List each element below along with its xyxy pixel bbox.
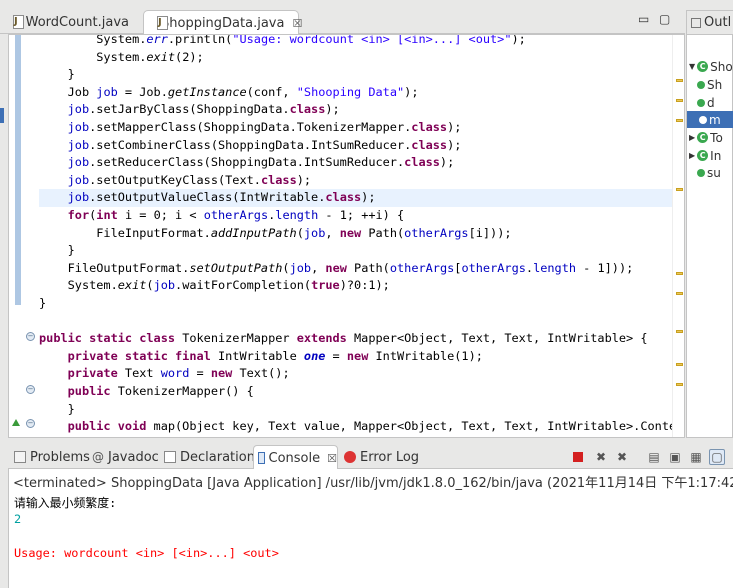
outline-item[interactable]: ▼ C Sho bbox=[689, 58, 733, 75]
console-input: 2 bbox=[14, 512, 22, 526]
warning-marker[interactable] bbox=[676, 99, 683, 102]
code-line: public void map(Object key, Text value, … bbox=[67, 419, 684, 434]
console-title: <terminated> ShoppingData [Java Applicat… bbox=[13, 476, 733, 491]
warning-marker[interactable] bbox=[676, 272, 683, 275]
outline-item[interactable]: Sh bbox=[697, 76, 722, 93]
code-line: Job job = Job.getInstance(conf, "Shoopin… bbox=[39, 84, 419, 99]
problems-icon bbox=[14, 451, 26, 463]
warning-marker[interactable] bbox=[676, 363, 683, 366]
console-icon bbox=[258, 452, 265, 464]
vertical-ruler: − − − bbox=[9, 35, 39, 437]
clear-console-icon[interactable]: ▤ bbox=[646, 449, 662, 465]
minimize-icon[interactable]: ▭ bbox=[638, 12, 649, 26]
editor-tab-bar: J WordCount.java J ShoppingData.java ☒ ▭… bbox=[0, 10, 685, 35]
class-icon: C bbox=[697, 150, 709, 161]
outline-item[interactable]: su bbox=[697, 164, 721, 181]
expand-icon[interactable]: ▼ bbox=[689, 62, 695, 71]
method-icon bbox=[697, 98, 705, 107]
outline-item[interactable]: d bbox=[697, 94, 715, 111]
outline-panel: Outl ▼ C Sho Sh d m ▶ C To ▶ C In su bbox=[686, 10, 733, 438]
code-line: private Text word = new Text(); bbox=[67, 366, 290, 381]
code-line: FileOutputFormat.setOutputPath(job, new … bbox=[39, 260, 634, 275]
tab-shoppingdata-java[interactable]: J ShoppingData.java ☒ bbox=[143, 10, 302, 35]
outline-item-selected[interactable]: m bbox=[687, 111, 733, 128]
code-editor[interactable]: − − − System.err.println("Usage: wordcou… bbox=[8, 34, 685, 438]
code-line: } bbox=[39, 401, 75, 416]
range-indicator bbox=[15, 35, 21, 305]
code-line: } bbox=[39, 243, 75, 258]
tab-javadoc[interactable]: @ Javadoc bbox=[88, 445, 159, 469]
outline-item[interactable]: ▶ C To bbox=[689, 129, 723, 146]
code-line: private static final IntWritable one = n… bbox=[67, 348, 483, 363]
code-line: System.exit(2); bbox=[39, 49, 204, 64]
code-line: job.setCombinerClass(ShoppingData.IntSum… bbox=[67, 137, 462, 152]
maximize-icon[interactable]: ▢ bbox=[659, 12, 670, 26]
class-icon: C bbox=[697, 132, 709, 143]
scroll-lock-icon[interactable]: ▣ bbox=[667, 449, 683, 465]
override-marker-icon bbox=[12, 419, 20, 426]
fold-icon[interactable]: − bbox=[26, 385, 35, 394]
expand-icon[interactable]: ▶ bbox=[689, 133, 695, 142]
code-line: } bbox=[39, 296, 47, 310]
remove-launch-icon[interactable]: ✖ bbox=[593, 449, 609, 465]
display-console-icon[interactable]: ▢ bbox=[709, 449, 725, 465]
view-tab-bar: Problems @ Javadoc Declaration Console ☒… bbox=[8, 445, 733, 470]
code-line: job.setReducerClass(ShoppingData.IntSumR… bbox=[67, 155, 455, 170]
fold-icon[interactable]: − bbox=[26, 419, 35, 428]
code-line: } bbox=[39, 67, 75, 82]
tab-label: Outl bbox=[704, 15, 732, 30]
tab-console[interactable]: Console ☒ bbox=[253, 445, 338, 470]
code-line: FileInputFormat.addInputPath(job, new Pa… bbox=[39, 225, 512, 240]
java-file-icon: J bbox=[12, 14, 24, 30]
warning-marker[interactable] bbox=[676, 292, 683, 295]
fold-icon[interactable]: − bbox=[26, 332, 35, 341]
tab-outline[interactable]: Outl bbox=[687, 11, 733, 35]
method-icon bbox=[699, 115, 707, 124]
console-error: Usage: wordcount <in> [<in>...] <out> bbox=[14, 546, 279, 560]
code-line-current: job.setOutputValueClass(IntWritable.clas… bbox=[39, 189, 672, 207]
close-icon[interactable]: ☒ bbox=[327, 452, 337, 465]
constructor-icon bbox=[697, 80, 705, 89]
console-view[interactable]: <terminated> ShoppingData [Java Applicat… bbox=[8, 469, 733, 588]
outline-item[interactable]: ▶ C In bbox=[689, 147, 721, 164]
expand-icon[interactable]: ▶ bbox=[689, 151, 695, 160]
code-line: for(int i = 0; i < otherArgs.length - 1;… bbox=[67, 208, 405, 222]
remove-all-terminated-icon[interactable]: ✖ bbox=[614, 449, 630, 465]
error-log-icon bbox=[344, 451, 356, 463]
code-string: "Usage: wordcount <in> [<in>...] <out>" bbox=[232, 34, 512, 46]
tab-error-log[interactable]: Error Log bbox=[340, 445, 419, 469]
tab-wordcount-java[interactable]: J WordCount.java bbox=[0, 10, 137, 34]
code-line: job.setJarByClass(ShoppingData.class); bbox=[67, 102, 340, 117]
close-icon[interactable]: ☒ bbox=[292, 17, 302, 30]
warning-marker[interactable] bbox=[676, 330, 683, 333]
code-line: job.setMapperClass(ShoppingData.Tokenize… bbox=[67, 120, 462, 134]
warning-marker[interactable] bbox=[676, 188, 683, 191]
word-wrap-icon[interactable]: ▦ bbox=[688, 449, 704, 465]
overview-ruler[interactable] bbox=[672, 35, 684, 437]
code-line: public TokenizerMapper() { bbox=[67, 384, 254, 398]
field-icon bbox=[697, 168, 705, 177]
tab-declaration[interactable]: Declaration bbox=[160, 445, 255, 469]
tab-label: ShoppingData.java bbox=[161, 15, 285, 31]
tab-label: WordCount.java bbox=[25, 14, 129, 30]
declaration-icon bbox=[164, 451, 176, 463]
code-line: System.err.println("Usage: wordcount <in… bbox=[39, 34, 526, 46]
warning-marker[interactable] bbox=[676, 383, 683, 386]
code-line: job.setOutputKeyClass(Text.class); bbox=[67, 172, 312, 187]
class-icon: C bbox=[697, 61, 709, 72]
at-icon: @ bbox=[92, 450, 104, 464]
console-prompt: 请输入最小频繁度: bbox=[14, 496, 117, 510]
selection-marker bbox=[0, 108, 4, 123]
outline-icon bbox=[691, 17, 701, 28]
tab-problems[interactable]: Problems bbox=[10, 445, 90, 469]
warning-marker[interactable] bbox=[676, 79, 683, 82]
terminate-icon[interactable] bbox=[570, 449, 586, 465]
code-line: System.exit(job.waitForCompletion(true)?… bbox=[39, 278, 390, 293]
warning-marker[interactable] bbox=[676, 119, 683, 122]
code-line: public static class TokenizerMapper exte… bbox=[39, 331, 648, 346]
